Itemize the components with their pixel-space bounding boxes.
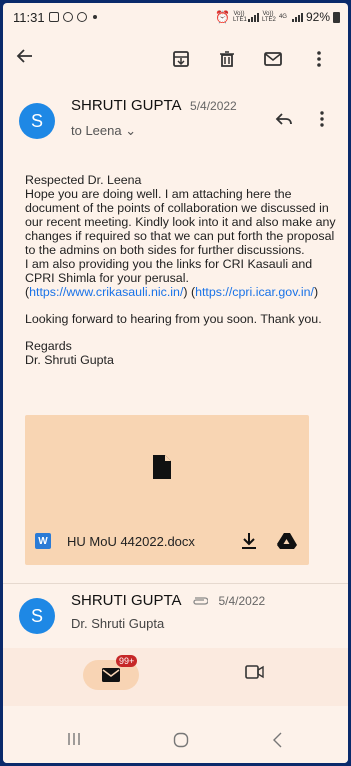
more-notifications-icon [92, 15, 97, 19]
delete-button[interactable] [210, 42, 244, 76]
download-icon [242, 533, 256, 549]
recipient-label: to Leena [71, 123, 122, 138]
home-button[interactable] [173, 732, 189, 753]
archive-icon [173, 51, 189, 67]
alarm-icon: ⏰ [215, 10, 230, 24]
archive-button[interactable] [164, 42, 198, 76]
signature: Dr. Shruti Gupta [25, 353, 114, 367]
message-date: 5/4/2022 [190, 99, 237, 113]
gallery-notification-icon [48, 12, 59, 22]
mail-icon [102, 668, 120, 682]
sender-name: SHRUTI GUPTA [71, 592, 182, 610]
body-paragraph-1: Hope you are doing well. I am attaching … [25, 187, 336, 257]
bottom-navigation: 99+ [3, 648, 348, 706]
attachment-card[interactable]: W HU MoU 442022.docx [25, 415, 309, 565]
status-bar: 11:31 ⏰ Vo)) LTE1 Vo)) LTE2 4G 92% [3, 3, 348, 31]
document-icon [152, 454, 172, 485]
sim1-signal-icon [247, 12, 259, 22]
save-to-drive-button[interactable] [275, 529, 299, 553]
chevron-down-icon: ⌄ [125, 123, 137, 138]
avatar: S [19, 598, 55, 634]
back-button[interactable] [271, 732, 283, 753]
status-time: 11:31 [13, 9, 45, 25]
more-vert-icon [317, 51, 321, 67]
attachment-filename: HU MoU 442022.docx [67, 533, 195, 549]
home-icon [173, 732, 189, 748]
system-navigation-bar [3, 706, 348, 763]
recent-apps-button[interactable] [67, 732, 81, 751]
collapsed-message[interactable]: S SHRUTI GUPTA 5/4/2022 Dr. Shruti Gupta [19, 592, 265, 634]
more-vert-icon [320, 111, 324, 127]
word-file-icon: W [35, 533, 51, 549]
grid-notification-icon [62, 12, 73, 22]
greeting: Respected Dr. Leena [25, 173, 142, 187]
arrow-back-icon[interactable] [15, 46, 45, 72]
toolbar [3, 31, 348, 87]
message-date: 5/4/2022 [218, 594, 266, 609]
unread-badge: 99+ [116, 655, 138, 667]
attachment-clip-icon [192, 592, 209, 610]
grid-notification-icon-2 [76, 12, 87, 22]
battery-icon [333, 11, 340, 23]
reply-button[interactable] [270, 105, 298, 133]
message-preview: Dr. Shruti Gupta [71, 616, 165, 632]
back-chevron-icon [273, 732, 282, 748]
recipients-toggle[interactable]: to Leena ⌄ [71, 123, 270, 139]
app-window: 11:31 ⏰ Vo)) LTE1 Vo)) LTE2 4G 92% S SHR… [3, 3, 348, 763]
message-body: Respected Dr. Leena Hope you are doing w… [3, 149, 348, 367]
message-more-button[interactable] [312, 105, 332, 133]
delete-icon [220, 51, 234, 67]
sim2-signal-icon [291, 12, 303, 22]
message-header: S SHRUTI GUPTA 5/4/2022 to Leena ⌄ [3, 87, 348, 149]
recent-apps-icon [68, 733, 80, 745]
link-cpri[interactable]: https://cpri.icar.gov.in/ [195, 285, 314, 299]
divider [3, 583, 348, 584]
nav-mail-tab[interactable]: 99+ [83, 655, 139, 690]
sim1-label: Vo)) LTE1 [232, 11, 247, 23]
video-camera-icon [245, 665, 264, 679]
download-button[interactable] [237, 529, 261, 553]
body-paragraph-2: I am also providing you the links for CR… [25, 257, 313, 285]
drive-icon [277, 533, 297, 549]
net-type-label: 4G [278, 14, 287, 20]
avatar[interactable]: S [19, 103, 55, 139]
regards: Regards [25, 339, 72, 353]
mail-icon [264, 52, 282, 66]
sender-name: SHRUTI GUPTA [71, 97, 182, 114]
mark-unread-button[interactable] [256, 42, 290, 76]
closing-line: Looking forward to hearing from you soon… [25, 312, 322, 326]
reply-icon [275, 113, 292, 125]
link-crikasauli[interactable]: https://www.crikasauli.nic.in/ [29, 285, 183, 299]
more-options-button[interactable] [302, 42, 336, 76]
sim2-label: Vo)) LTE2 [261, 11, 276, 23]
nav-meet-tab[interactable] [245, 664, 265, 685]
battery-level: 92% [305, 10, 330, 24]
